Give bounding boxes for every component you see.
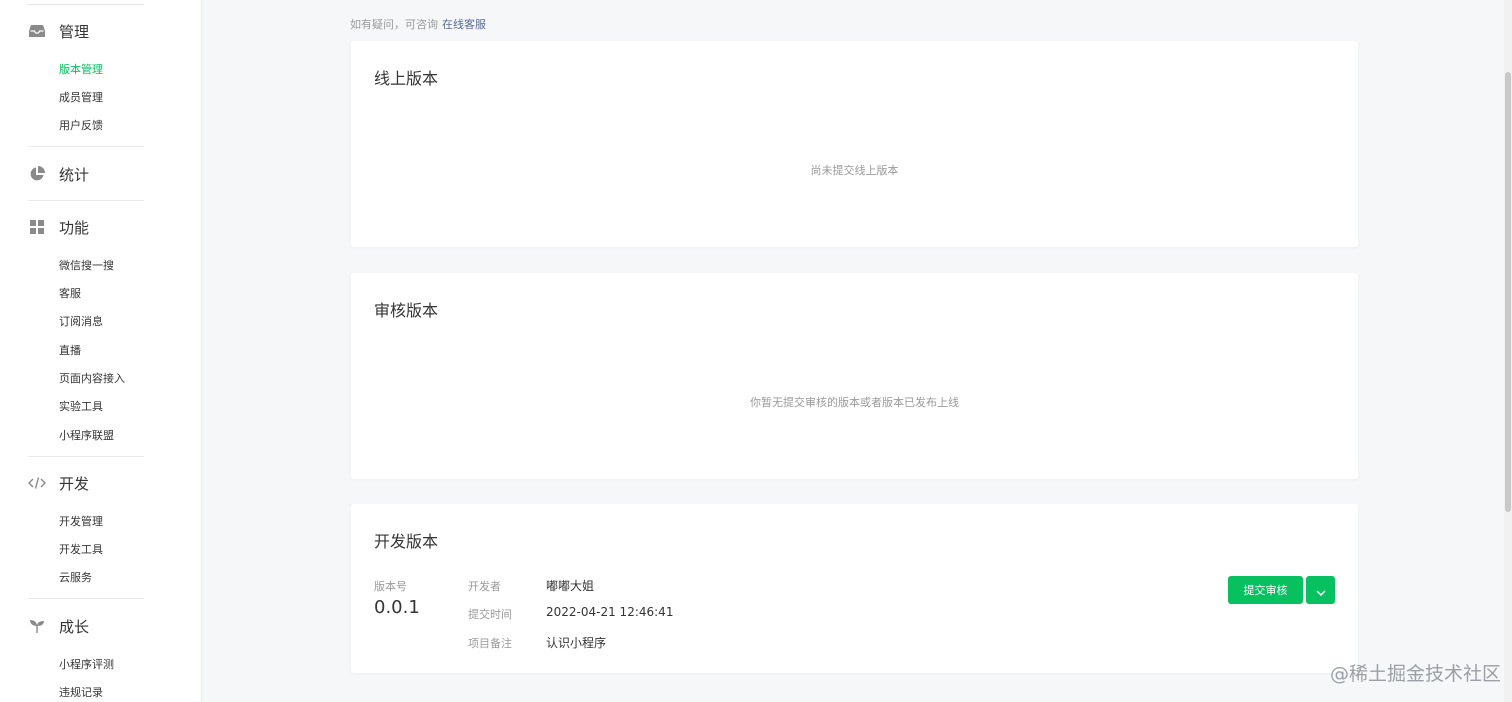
sidebar-item-member-management[interactable]: 成员管理 — [59, 90, 103, 106]
review-version-card: 审核版本 你暂无提交审核的版本或者版本已发布上线 — [351, 273, 1358, 479]
sidebar-group-manage[interactable]: 管理 — [28, 20, 89, 42]
watermark: @稀土掘金技术社区 — [1330, 663, 1502, 685]
sidebar-group-stats[interactable]: 统计 — [28, 163, 89, 185]
page-scrollbar[interactable] — [1504, 0, 1512, 702]
version-number-label: 版本号 — [374, 580, 407, 593]
online-version-card: 线上版本 尚未提交线上版本 — [351, 41, 1358, 247]
sidebar: 管理 版本管理 成员管理 用户反馈 统计 功能 微信搜一搜 客服 订阅消息 直播… — [0, 0, 202, 702]
sidebar-group-label: 成长 — [59, 617, 90, 636]
sidebar-divider — [28, 4, 144, 5]
sidebar-item-page-content[interactable]: 页面内容接入 — [59, 371, 125, 387]
developer-value: 嘟嘟大姐 — [546, 579, 595, 593]
submit-time-value: 2022-04-21 12:46:41 — [546, 605, 674, 619]
submit-time-label: 提交时间 — [468, 608, 512, 621]
sidebar-group-label: 统计 — [59, 165, 90, 184]
dev-version-title: 开发版本 — [374, 532, 439, 551]
scrollbar-thumb[interactable] — [1505, 72, 1511, 512]
sidebar-divider — [28, 200, 144, 201]
sidebar-item-live[interactable]: 直播 — [59, 343, 81, 359]
help-tip: 如有疑问，可咨询 在线客服 — [350, 16, 486, 32]
sidebar-item-mini-program-review[interactable]: 小程序评测 — [59, 657, 114, 673]
inbox-icon — [28, 22, 46, 40]
sidebar-item-experiment-tools[interactable]: 实验工具 — [59, 399, 103, 415]
sidebar-group-development[interactable]: 开发 — [28, 472, 89, 494]
sidebar-item-dev-management[interactable]: 开发管理 — [59, 514, 103, 530]
sidebar-group-label: 开发 — [59, 474, 90, 493]
online-version-title: 线上版本 — [374, 69, 439, 88]
sprout-icon — [28, 617, 46, 635]
project-note-value: 认识小程序 — [546, 636, 607, 650]
sidebar-item-cloud-service[interactable]: 云服务 — [59, 570, 92, 586]
project-note-label: 项目备注 — [468, 637, 512, 650]
code-icon — [28, 474, 46, 492]
online-service-link[interactable]: 在线客服 — [442, 18, 486, 31]
sidebar-item-version-management[interactable]: 版本管理 — [59, 62, 103, 78]
sidebar-divider — [28, 456, 144, 457]
sidebar-item-dev-tools[interactable]: 开发工具 — [59, 542, 103, 558]
chevron-down-icon — [1315, 581, 1326, 600]
sidebar-group-label: 管理 — [59, 22, 90, 41]
sidebar-group-growth[interactable]: 成长 — [28, 615, 89, 637]
grid-icon — [28, 218, 46, 236]
pie-chart-icon — [28, 165, 46, 183]
sidebar-item-mini-program-alliance[interactable]: 小程序联盟 — [59, 428, 114, 444]
submit-review-button[interactable]: 提交审核 — [1228, 576, 1303, 604]
review-version-empty-text: 你暂无提交审核的版本或者版本已发布上线 — [750, 396, 959, 409]
sidebar-item-subscription-messages[interactable]: 订阅消息 — [59, 314, 103, 330]
sidebar-item-wechat-search[interactable]: 微信搜一搜 — [59, 258, 114, 274]
sidebar-group-features[interactable]: 功能 — [28, 216, 89, 238]
review-version-title: 审核版本 — [374, 301, 439, 320]
developer-label: 开发者 — [468, 580, 501, 593]
sidebar-item-customer-service[interactable]: 客服 — [59, 286, 81, 302]
help-tip-text: 如有疑问，可咨询 — [350, 18, 438, 31]
dev-version-card: 开发版本 版本号 0.0.1 开发者 嘟嘟大姐 提交时间 2022-04-21 … — [351, 504, 1358, 673]
sidebar-item-user-feedback[interactable]: 用户反馈 — [59, 118, 103, 134]
sidebar-item-violation-records[interactable]: 违规记录 — [59, 685, 103, 701]
more-actions-dropdown-button[interactable] — [1306, 576, 1335, 604]
sidebar-divider — [28, 598, 144, 599]
online-version-empty-text: 尚未提交线上版本 — [810, 164, 899, 177]
sidebar-divider — [28, 146, 144, 147]
sidebar-group-label: 功能 — [59, 218, 90, 237]
version-number-value: 0.0.1 — [374, 597, 420, 618]
